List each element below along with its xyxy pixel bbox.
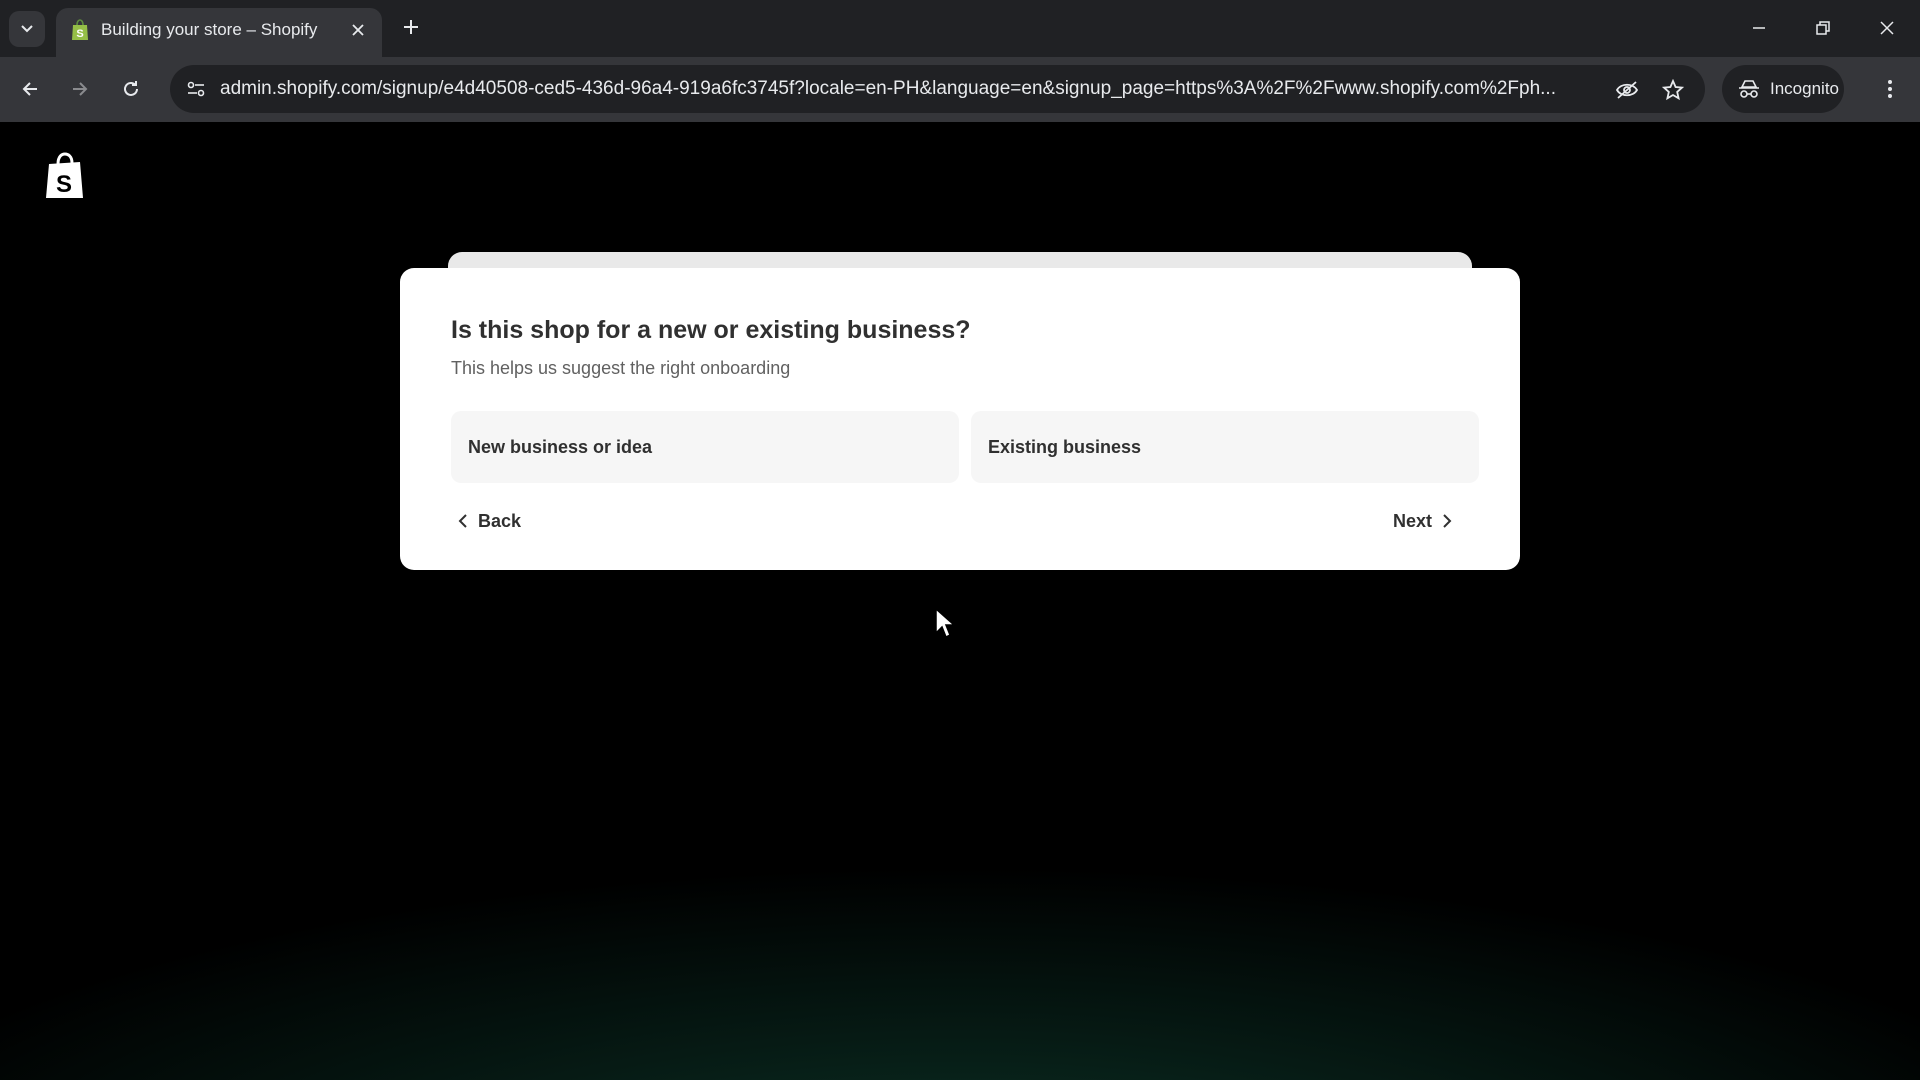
minimize-button[interactable] [1737,8,1781,48]
more-vertical-icon [1888,80,1892,98]
chevron-down-icon [21,25,33,33]
back-nav-button[interactable] [12,71,48,107]
tracking-protection-button[interactable] [1612,75,1642,105]
question-title: Is this shop for a new or existing busin… [451,316,971,344]
url-text[interactable]: admin.shopify.com/signup/e4d40508-ced5-4… [220,78,1600,100]
svg-text:S: S [56,171,72,198]
browser-tab-strip: S Building your store – Shopify [0,0,1920,57]
shopify-bag-icon: S [46,152,83,198]
svg-text:S: S [76,28,83,40]
browser-tab-active[interactable]: S Building your store – Shopify [56,8,382,57]
chevron-right-icon [1443,514,1452,528]
option-label: Existing business [988,436,1142,457]
back-label: Back [478,510,522,531]
question-subtitle: This helps us suggest the right onboardi… [451,358,791,378]
tune-icon [187,81,205,97]
restore-button[interactable] [1801,8,1845,48]
star-icon [1662,79,1684,101]
browser-menu-button[interactable] [1872,71,1908,107]
restore-icon [1816,21,1830,35]
reload-icon [124,81,138,96]
bookmark-button[interactable] [1658,75,1688,105]
plus-icon [404,20,418,34]
reload-button[interactable] [113,71,149,107]
incognito-indicator[interactable]: Incognito [1722,65,1844,113]
close-icon [352,24,364,36]
mouse-cursor-icon [935,607,956,639]
option-existing-business[interactable]: Existing business [971,411,1479,483]
forward-nav-button[interactable] [62,71,98,107]
new-tab-button[interactable] [396,12,426,42]
arrow-right-icon [73,82,88,96]
address-bar[interactable]: admin.shopify.com/signup/e4d40508-ced5-4… [170,65,1705,113]
eye-off-icon [1615,81,1639,99]
onboarding-question-card: Is this shop for a new or existing busin… [400,268,1520,570]
arrow-left-icon [22,82,37,96]
back-button[interactable]: Back [458,504,521,538]
minimize-icon [1753,27,1765,29]
browser-toolbar: admin.shopify.com/signup/e4d40508-ced5-4… [0,57,1920,122]
shopify-bag-icon: S [72,19,88,40]
next-button[interactable]: Next [1393,504,1452,538]
option-label: New business or idea [468,436,653,457]
next-label: Next [1393,510,1433,531]
tab-search-button[interactable] [9,11,45,47]
site-info-button[interactable] [180,74,212,104]
chevron-left-icon [458,514,467,528]
option-new-business[interactable]: New business or idea [451,411,959,483]
incognito-label: Incognito [1770,79,1839,98]
close-icon [1880,21,1894,35]
close-window-button[interactable] [1865,8,1909,48]
tab-title: Building your store – Shopify [101,20,318,39]
tab-close-button[interactable] [346,18,370,42]
page-content: S Is this shop for a new or existing bus… [0,122,1920,1080]
incognito-icon [1739,80,1759,98]
